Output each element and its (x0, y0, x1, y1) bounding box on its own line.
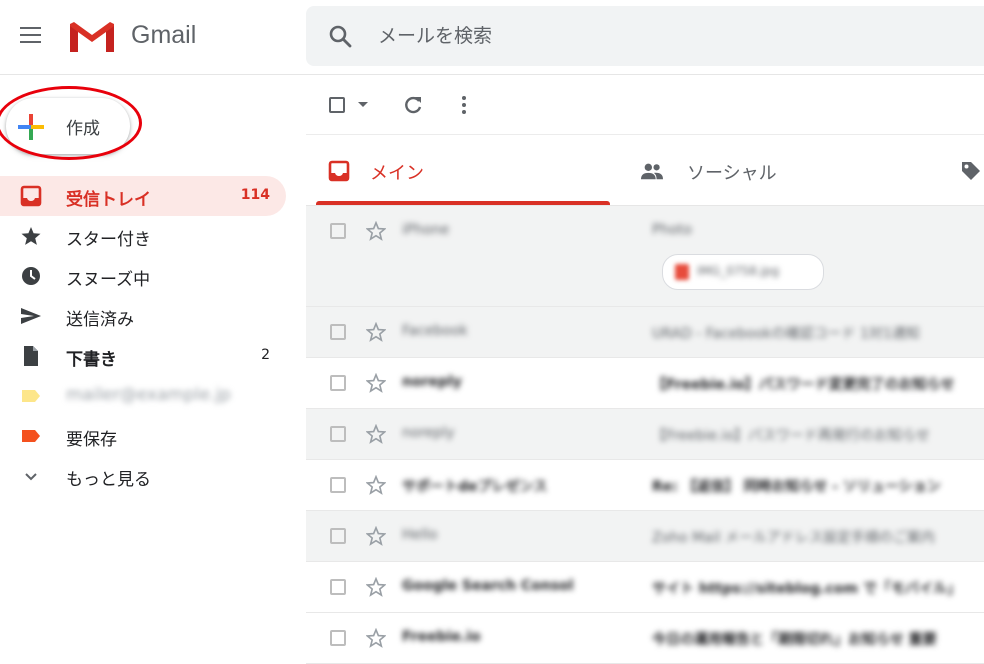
email-sender: noreply (402, 374, 462, 390)
tab-primary[interactable]: メイン (316, 135, 610, 205)
star-outline-icon[interactable] (366, 221, 386, 241)
star-outline-icon[interactable] (366, 424, 386, 444)
chevron-down-icon (25, 473, 37, 481)
draft-count: 2 (261, 347, 270, 363)
email-sender: Google Search Consol (402, 578, 574, 594)
search-icon[interactable] (328, 24, 352, 48)
attachment-name: IMG_0758.jpg (697, 264, 780, 278)
inbox-icon (20, 185, 42, 207)
tab-promotions[interactable] (956, 135, 984, 205)
select-dropdown-icon[interactable] (358, 102, 368, 107)
row-checkbox[interactable] (330, 528, 346, 544)
gmail-logo-icon[interactable] (68, 20, 116, 54)
sidebar-nav: 受信トレイ 114 スター付き スヌーズ中 送信済み 下書き 2 mailer@… (0, 176, 290, 496)
star-outline-icon[interactable] (366, 322, 386, 342)
email-row[interactable]: noreply 【Freebie.io】パスワード変更完了のお知らせ (306, 358, 984, 409)
email-sender: iPhone (402, 222, 450, 238)
sidebar-item-label: もっと見る (66, 470, 151, 490)
row-checkbox[interactable] (330, 477, 346, 493)
sidebar-item-more[interactable]: もっと見る (0, 456, 286, 496)
email-subject: URAD - Facebookの確認コード 1対1通知 (652, 326, 920, 342)
sidebar-item-label-custom[interactable]: mailer@example.jp (0, 376, 286, 416)
sidebar-item-sent[interactable]: 送信済み (0, 296, 286, 336)
row-checkbox[interactable] (330, 630, 346, 646)
send-icon (21, 308, 41, 324)
more-options-icon[interactable] (456, 94, 472, 116)
email-sender: noreply (402, 425, 455, 441)
plus-icon (18, 114, 44, 140)
list-toolbar (306, 76, 984, 135)
email-subject: 【Freebie.io】パスワード変更完了のお知らせ (652, 377, 955, 393)
label-icon (22, 430, 40, 442)
category-tabs: メイン ソーシャル (306, 135, 984, 206)
sidebar-item-label: 送信済み (66, 310, 134, 330)
email-subject: サイト https://siteblog.com で「モバイル」 (652, 581, 961, 597)
email-sender: Hello (402, 527, 438, 543)
email-row[interactable]: Facebook URAD - Facebookの確認コード 1対1通知 (306, 307, 984, 358)
label-icon (22, 390, 40, 402)
sidebar-item-label: スター付き (66, 230, 151, 250)
email-subject: Zoho Mail メールアドレス設定手順のご案内 (652, 530, 935, 546)
email-subject: 【Freebie.io】パスワード再発行のお知らせ (652, 428, 930, 444)
sidebar-item-label: 受信トレイ (66, 190, 151, 210)
sidebar-item-inbox[interactable]: 受信トレイ 114 (0, 176, 286, 216)
email-subject: Re: 【返信】 同時お知らせ - ソリューション (652, 479, 941, 495)
star-outline-icon[interactable] (366, 373, 386, 393)
star-outline-icon[interactable] (366, 628, 386, 648)
email-sender: Facebook (402, 323, 468, 339)
row-checkbox[interactable] (330, 426, 346, 442)
search-bar[interactable] (306, 6, 984, 66)
row-checkbox[interactable] (330, 223, 346, 239)
sidebar-item-label: スヌーズ中 (66, 270, 151, 290)
star-icon (21, 227, 41, 245)
search-input[interactable] (376, 20, 880, 52)
image-file-icon (675, 264, 689, 280)
sidebar-item-important-save[interactable]: 要保存 (0, 416, 286, 456)
main-menu-button[interactable] (18, 24, 44, 46)
row-checkbox[interactable] (330, 579, 346, 595)
tab-label: ソーシャル (687, 163, 777, 184)
select-all-checkbox[interactable] (329, 97, 345, 113)
sidebar-item-label: mailer@example.jp (66, 385, 231, 405)
tab-social[interactable]: ソーシャル (636, 135, 926, 205)
people-icon (641, 163, 663, 180)
email-subject: Photo (652, 222, 692, 238)
unread-count: 114 (240, 187, 270, 203)
compose-button[interactable]: 作成 (6, 98, 130, 154)
sidebar-item-drafts[interactable]: 下書き 2 (0, 336, 286, 376)
sidebar-item-snoozed[interactable]: スヌーズ中 (0, 256, 286, 296)
tag-icon (962, 162, 980, 180)
email-subject: 今日の運用報告と「期限切れ」お知らせ 重要 (652, 632, 937, 648)
clock-icon (22, 267, 40, 285)
compose-label: 作成 (66, 119, 100, 139)
email-list: iPhone Photo IMG_0758.jpg Facebook URAD … (306, 206, 984, 664)
tab-label: メイン (370, 163, 424, 184)
email-sender: Freebie.io (402, 629, 481, 645)
inbox-icon (328, 160, 350, 182)
star-outline-icon[interactable] (366, 526, 386, 546)
email-row[interactable]: サポートdeプレゼンス Re: 【返信】 同時お知らせ - ソリューション (306, 460, 984, 511)
sidebar-item-label: 要保存 (66, 430, 117, 450)
email-row[interactable]: Hello Zoho Mail メールアドレス設定手順のご案内 (306, 511, 984, 562)
star-outline-icon[interactable] (366, 475, 386, 495)
top-bar: Gmail (0, 0, 984, 75)
sidebar-item-starred[interactable]: スター付き (0, 216, 286, 256)
sidebar-item-label: 下書き (66, 350, 117, 370)
email-row[interactable]: noreply 【Freebie.io】パスワード再発行のお知らせ (306, 409, 984, 460)
email-sender: サポートdeプレゼンス (402, 479, 548, 495)
attachment-chip[interactable]: IMG_0758.jpg (662, 254, 824, 290)
row-checkbox[interactable] (330, 375, 346, 391)
app-name[interactable]: Gmail (131, 21, 196, 50)
row-checkbox[interactable] (330, 324, 346, 340)
draft-icon (24, 346, 38, 366)
email-row[interactable]: Freebie.io 今日の運用報告と「期限切れ」お知らせ 重要 (306, 613, 984, 664)
refresh-icon[interactable] (402, 94, 424, 116)
email-row[interactable]: Google Search Consol サイト https://siteblo… (306, 562, 984, 613)
email-row[interactable]: iPhone Photo IMG_0758.jpg (306, 206, 984, 307)
star-outline-icon[interactable] (366, 577, 386, 597)
